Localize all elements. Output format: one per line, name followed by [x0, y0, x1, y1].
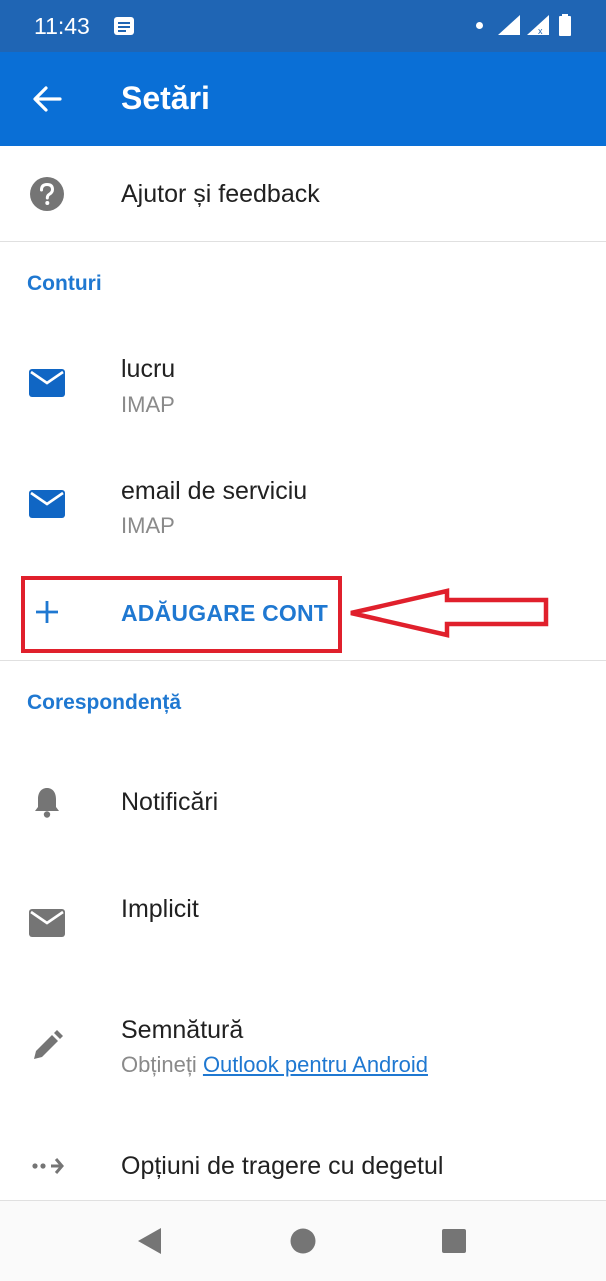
signature-sub: Obțineți Outlook pentru Android: [121, 1052, 428, 1078]
default-label: Implicit: [121, 895, 199, 923]
divider: [0, 660, 606, 661]
account-name: lucru: [121, 355, 176, 383]
svg-text:x: x: [538, 26, 543, 35]
signature-sub-prefix: Obțineți: [121, 1052, 203, 1077]
annotation-arrow-icon: [350, 588, 549, 638]
swipe-arrow-icon: [32, 1158, 64, 1174]
bell-icon: [35, 788, 59, 818]
notes-icon: [114, 17, 134, 35]
mail-icon: [29, 369, 65, 397]
signal-no-data-icon: x: [527, 15, 549, 35]
page-title: Setări: [121, 80, 210, 116]
status-time: 11:43: [34, 13, 90, 39]
swipe-options-label: Opțiuni de tragere cu degetul: [121, 1152, 444, 1180]
status-bar: 11:43 x: [0, 0, 606, 52]
help-circle-icon: [30, 177, 64, 211]
recents-square-icon[interactable]: [441, 1228, 467, 1254]
mail-icon: [29, 909, 65, 937]
section-accounts-title: Conturi: [27, 272, 102, 295]
dot-icon: [476, 22, 483, 29]
battery-icon: [559, 14, 571, 36]
highlight-box: [21, 576, 342, 653]
signature-label: Semnătură: [121, 1016, 244, 1044]
mail-icon: [29, 490, 65, 518]
account-name: email de serviciu: [121, 477, 308, 505]
account-type: IMAP: [121, 392, 175, 417]
outlook-android-link[interactable]: Outlook pentru Android: [203, 1052, 428, 1077]
arrow-left-icon[interactable]: [30, 82, 64, 116]
system-nav-bar: [0, 1200, 606, 1281]
back-triangle-icon[interactable]: [137, 1227, 163, 1255]
account-type: IMAP: [121, 513, 175, 538]
section-mail-title: Corespondență: [27, 691, 182, 714]
signal-icon: [498, 15, 520, 35]
notifications-label: Notificări: [121, 788, 219, 816]
home-circle-icon[interactable]: [290, 1228, 316, 1254]
app-bar: Setări: [0, 52, 606, 146]
help-feedback-label: Ajutor și feedback: [121, 180, 320, 208]
divider: [0, 241, 606, 242]
pen-icon: [34, 1030, 63, 1059]
